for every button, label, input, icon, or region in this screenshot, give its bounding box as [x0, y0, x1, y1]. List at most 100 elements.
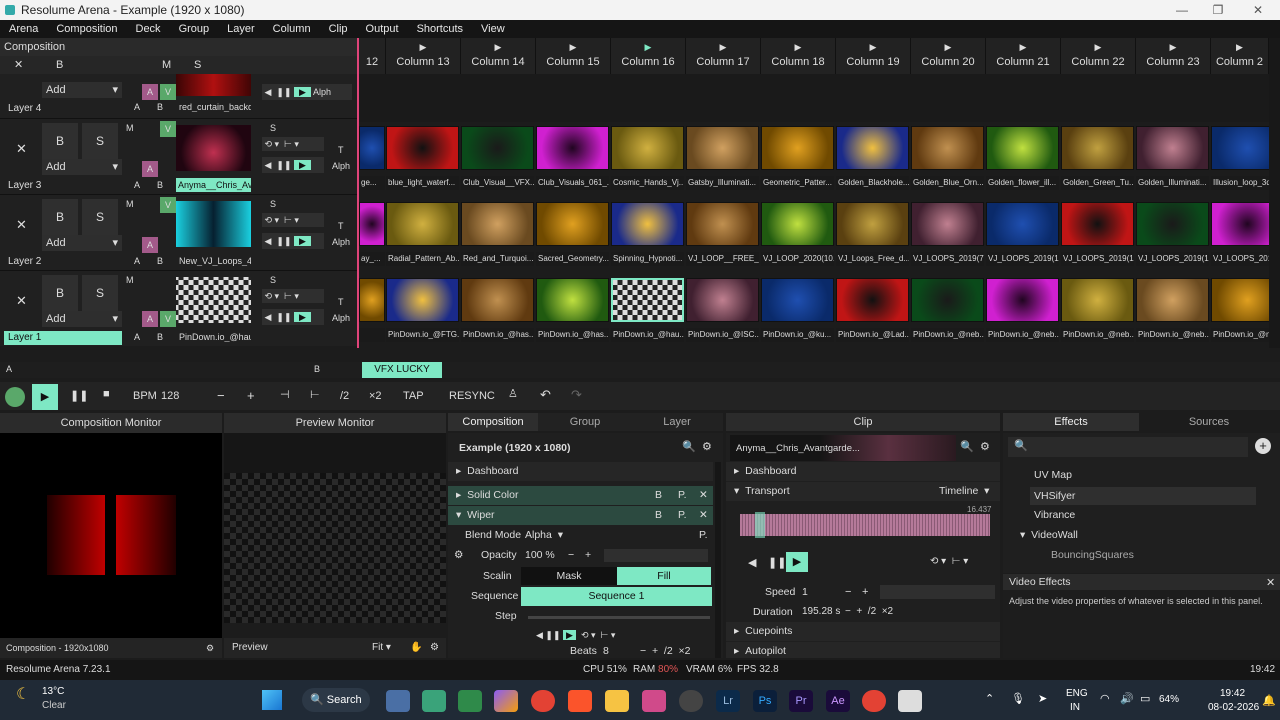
layer1-v-button[interactable]: V [160, 311, 176, 327]
clip-thumbnail[interactable] [911, 202, 984, 246]
windows-start-icon[interactable] [262, 690, 282, 710]
clip-thumbnail[interactable] [359, 126, 385, 170]
speed-value[interactable]: 1 [802, 586, 808, 598]
composition-bypass[interactable]: B [56, 59, 63, 71]
chrome-profile-icon[interactable] [862, 690, 886, 712]
add-effect-icon[interactable]: + [1255, 438, 1271, 454]
clip-thumbnail[interactable] [536, 278, 609, 322]
layer4-name[interactable]: Layer 4 [4, 102, 122, 116]
clip-grid-scrollbar[interactable] [1269, 38, 1280, 348]
effect-item-bouncingsquares[interactable]: BouncingSquares [1051, 549, 1134, 561]
layer1-s-label[interactable]: S [270, 275, 276, 285]
beats-value[interactable]: 8 [603, 646, 609, 658]
layer3-v-button[interactable]: V [160, 121, 176, 137]
composition-header[interactable]: Composition [0, 38, 357, 56]
premiere-icon[interactable]: Pr [789, 690, 813, 712]
layer1-thumbnail[interactable] [176, 277, 251, 323]
resync-button[interactable]: RESYNC [449, 390, 495, 402]
language-primary[interactable]: ENG [1066, 688, 1088, 699]
column-header-13[interactable]: ▶ Column 13 [386, 38, 461, 74]
scaling-fill-button[interactable]: Fill [617, 567, 711, 585]
notification-bell-icon[interactable]: 🔔 [1262, 694, 1276, 707]
clip-thumbnail[interactable] [1211, 278, 1269, 322]
taskbar-search[interactable]: 🔍 Search [302, 688, 370, 712]
menu-layer[interactable]: Layer [218, 23, 264, 35]
play-icon[interactable]: ▶ [32, 384, 58, 410]
nudge-forward-icon[interactable]: ⊢ [310, 388, 320, 401]
layer1-b-label[interactable]: B [157, 332, 163, 342]
language-secondary[interactable]: IN [1070, 702, 1080, 713]
clip-thumbnail[interactable] [836, 202, 909, 246]
clip-thumbnail[interactable] [686, 126, 759, 170]
blend-mode-dropdown[interactable]: Alpha ▾ [525, 526, 563, 545]
effect-wiper-row[interactable]: ▾ Wiper B P. ✕ [448, 506, 713, 525]
volume-icon[interactable]: 🔊 [1120, 692, 1134, 705]
tap-button[interactable]: TAP [403, 390, 424, 402]
minimize-icon[interactable]: — [1164, 0, 1200, 20]
menu-clip[interactable]: Clip [320, 23, 357, 35]
menu-view[interactable]: View [472, 23, 514, 35]
copilot-icon[interactable] [494, 690, 518, 712]
effects-search-input[interactable]: 🔍 [1008, 437, 1248, 457]
file-explorer-icon[interactable] [386, 690, 410, 712]
tray-chevron-icon[interactable]: ⌃ [985, 692, 994, 705]
weather-temp[interactable]: 13°C [42, 686, 64, 697]
comp-dashboard-row[interactable]: ▸ Dashboard [448, 462, 713, 481]
bpm-half-button[interactable]: /2 [340, 390, 349, 402]
layer2-alpha[interactable]: Alph [332, 237, 350, 247]
layer4-a-button[interactable]: A [142, 84, 158, 100]
cuepoints-row[interactable]: ▸ Cuepoints [726, 622, 1000, 641]
undo-icon[interactable]: ↶ [540, 387, 551, 403]
layer4-v-button[interactable]: V [160, 84, 176, 100]
layer2-loop-mode[interactable]: ⟲ ▾ ⊢ ▾ [262, 213, 324, 227]
layer4-a-label[interactable]: A [134, 102, 140, 112]
step-slider[interactable] [528, 616, 710, 619]
clip-thumbnail[interactable] [1136, 126, 1209, 170]
tab-group[interactable]: Group [540, 413, 630, 431]
effect-item-videowall[interactable]: ▾ VideoWall [1020, 529, 1078, 541]
clip-loop-mode[interactable]: ⟲ ▾ ⊢ ▾ [930, 556, 968, 567]
menu-arena[interactable]: Arena [0, 23, 47, 35]
sequence-dropdown[interactable]: Sequence 1 [521, 587, 712, 606]
after-effects-icon[interactable]: Ae [826, 690, 850, 712]
preview-fit-dropdown[interactable]: Fit ▾ [372, 638, 391, 658]
layer2-a-button[interactable]: A [142, 237, 158, 253]
battery-percent[interactable]: 64% [1159, 694, 1179, 705]
layer2-transport[interactable]: ◀ ❚❚ ▶ [262, 233, 324, 249]
clip-thumbnail[interactable] [461, 126, 534, 170]
clip-thumbnail[interactable] [1211, 202, 1269, 246]
scaling-mask-button[interactable]: Mask [521, 567, 617, 585]
layer3-a-label[interactable]: A [134, 180, 140, 190]
bpm-minus-button[interactable]: − [217, 388, 225, 403]
layer2-b-label[interactable]: B [157, 256, 163, 266]
composition-solo[interactable]: S [194, 59, 201, 71]
duration-value[interactable]: 195.28 s [802, 606, 840, 617]
layer2-a-label[interactable]: A [134, 256, 140, 266]
bpm-plus-button[interactable]: + [247, 388, 255, 403]
column-header-22[interactable]: ▶ Column 22 [1061, 38, 1136, 74]
layer2-solo-button[interactable]: S [82, 199, 118, 235]
column-header-23[interactable]: ▶ Column 23 [1136, 38, 1211, 74]
clip-thumbnail[interactable] [536, 126, 609, 170]
tab-composition[interactable]: Composition [448, 413, 538, 431]
column-header-19[interactable]: ▶ Column 19 [836, 38, 911, 74]
clip-dashboard-row[interactable]: ▸ Dashboard [726, 462, 1000, 481]
clip-thumbnail[interactable] [686, 278, 759, 322]
clip-thumbnail[interactable] [761, 278, 834, 322]
clip-thumbnail[interactable] [986, 202, 1059, 246]
menu-deck[interactable]: Deck [127, 23, 170, 35]
duration-controls[interactable]: − + /2 ×2 [845, 606, 893, 617]
layer2-m-button[interactable]: M [126, 199, 134, 209]
tab-layer[interactable]: Layer [632, 413, 722, 431]
layer3-alpha[interactable]: Alph [332, 161, 350, 171]
clip-thumbnail[interactable] [836, 278, 909, 322]
clip-thumbnail[interactable] [1136, 278, 1209, 322]
clip-settings-icon[interactable]: ⚙ [980, 440, 990, 453]
column-header-24[interactable]: ▶ Column 2 [1211, 38, 1269, 74]
brave-icon[interactable] [568, 690, 592, 712]
maximize-icon[interactable]: ❐ [1200, 0, 1236, 20]
metronome-icon[interactable]: ♙ [508, 387, 518, 400]
column-header-21[interactable]: ▶ Column 21 [986, 38, 1061, 74]
speed-minus-button[interactable]: − [845, 586, 851, 598]
globe-icon[interactable] [5, 387, 25, 407]
